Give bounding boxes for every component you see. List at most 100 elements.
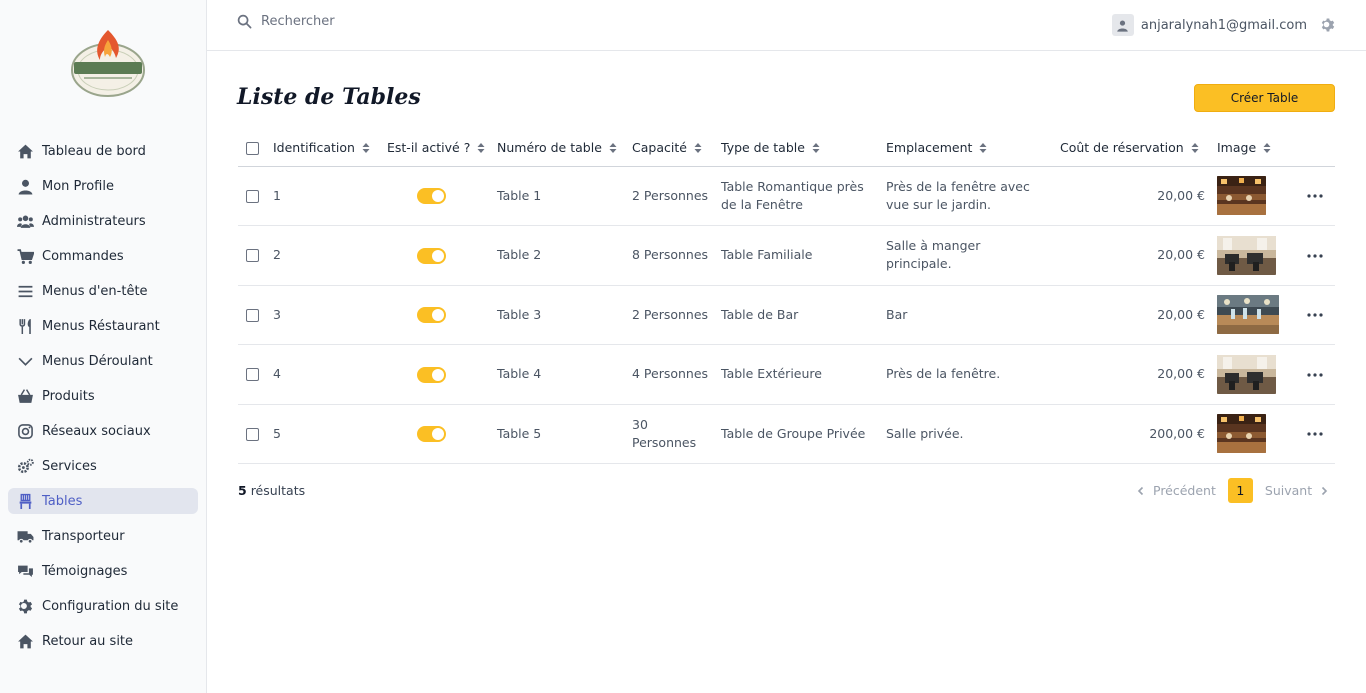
column-header[interactable]: Capacité [632, 129, 721, 167]
sidebar-item-label: Commandes [42, 248, 124, 264]
row-checkbox[interactable] [246, 427, 259, 441]
cell-id: 1 [273, 166, 387, 226]
sidebar-item-transporteur[interactable]: Transporteur [8, 523, 198, 549]
user-icon [16, 177, 34, 195]
settings-gear-icon[interactable] [1320, 17, 1336, 33]
sidebar-item-label: Réseaux sociaux [42, 423, 151, 439]
table-row[interactable]: 5 Table 5 30 Personnes Table de Groupe Priv… [238, 404, 1335, 464]
tables-table: Identification Est-il activé ? Numéro de… [238, 129, 1335, 464]
sidebar-item-label: Administrateurs [42, 213, 146, 229]
table-row[interactable]: 2 Table 28 Personnes Table Familiale Salle … [238, 225, 1335, 286]
topbar: anjaralynah1@gmail.com [207, 0, 1366, 51]
active-toggle[interactable] [417, 188, 446, 205]
active-toggle[interactable] [417, 426, 446, 443]
cell-table-type: Table de Bar [721, 285, 886, 345]
sidebar-item-label: Retour au site [42, 633, 134, 649]
page-1-button[interactable]: 1 [1227, 478, 1253, 503]
more-actions-icon[interactable] [1307, 254, 1323, 258]
sort-icon [609, 143, 617, 154]
more-actions-icon[interactable] [1307, 313, 1323, 317]
column-header[interactable]: Image [1217, 129, 1295, 167]
cell-table-number: Table 2 [497, 225, 632, 286]
sidebar-item-commandes[interactable]: Commandes [8, 243, 198, 269]
sidebar-item-menus-d-en-tete[interactable]: Menus d'en-tête [8, 278, 198, 304]
sidebar-item-administrateurs[interactable]: Administrateurs [8, 208, 198, 234]
next-page-button[interactable]: Suivant [1265, 483, 1312, 498]
table-image[interactable] [1217, 176, 1266, 216]
sidebar-item-services[interactable]: Services [8, 453, 198, 479]
user-menu[interactable]: anjaralynah1@gmail.com [1111, 14, 1336, 36]
sidebar-item-tableau-de-bord[interactable]: Tableau de bord [8, 138, 198, 164]
table-header-row: Identification Est-il activé ? Numéro de… [238, 129, 1335, 167]
cell-id: 5 [273, 404, 387, 464]
truck-icon [16, 527, 34, 545]
chevron-down-icon [16, 352, 34, 370]
utensils-icon [16, 317, 34, 335]
sidebar-item-retour-au-site[interactable]: Retour au site [8, 628, 198, 654]
row-checkbox[interactable] [246, 368, 259, 382]
table-image[interactable] [1217, 414, 1266, 454]
cell-table-number: Table 4 [497, 344, 632, 405]
more-actions-icon[interactable] [1307, 432, 1323, 436]
column-header[interactable]: Numéro de table [497, 129, 632, 167]
cell-location: Près de la fenêtre. [886, 344, 1060, 405]
cell-table-type: Table Familiale [721, 225, 886, 286]
cell-id: 3 [273, 285, 387, 345]
search-input[interactable] [261, 14, 521, 29]
restaurant-logo[interactable] [66, 26, 150, 102]
cell-reservation-cost: 200,00 € [1060, 404, 1217, 464]
comments-icon [16, 562, 34, 580]
results-count: 5 résultats [238, 483, 306, 498]
cell-capacity: 4 Personnes [632, 344, 721, 405]
create-table-button[interactable]: Créer Table [1194, 84, 1335, 112]
sidebar-item-label: Services [42, 458, 97, 474]
sidebar-item-temoignages[interactable]: Témoignages [8, 558, 198, 584]
row-checkbox[interactable] [246, 249, 259, 263]
column-header[interactable]: Type de table [721, 129, 886, 167]
cell-id: 2 [273, 225, 387, 286]
sort-icon [477, 143, 485, 154]
table-image[interactable] [1217, 354, 1276, 394]
sidebar-item-produits[interactable]: Produits [8, 383, 198, 409]
column-header[interactable]: Coût de réservation [1060, 129, 1217, 167]
table-image[interactable] [1217, 235, 1276, 275]
column-header[interactable]: Identification [273, 129, 387, 167]
users-icon [16, 212, 34, 230]
more-actions-icon[interactable] [1307, 373, 1323, 377]
cart-icon [16, 247, 34, 265]
cell-capacity: 2 Personnes [632, 166, 721, 226]
row-checkbox[interactable] [246, 308, 259, 322]
pagination: Précédent 1 Suivant [1136, 478, 1329, 503]
chair-icon [16, 492, 34, 510]
table-row[interactable]: 3 Table 32 Personnes Table de Bar Bar 20,00 … [238, 285, 1335, 345]
cell-reservation-cost: 20,00 € [1060, 225, 1217, 286]
active-toggle[interactable] [417, 247, 446, 264]
active-toggle[interactable] [417, 307, 446, 324]
sidebar-item-menus-deroulant[interactable]: Menus Déroulant [8, 348, 198, 374]
chevron-left-icon [1137, 486, 1144, 495]
sidebar-item-menus-restaurant[interactable]: Menus Réstaurant [8, 313, 198, 339]
cell-table-number: Table 3 [497, 285, 632, 345]
basket-icon [16, 387, 34, 405]
user-email[interactable]: anjaralynah1@gmail.com [1141, 18, 1307, 33]
column-header[interactable]: Est-il activé ? [387, 129, 497, 167]
active-toggle[interactable] [417, 366, 446, 383]
table-row[interactable]: 4 Table 44 Personnes Table Extérieure Près … [238, 344, 1335, 405]
table-row[interactable]: 1 Table 12 Personnes Table Romantique près… [238, 166, 1335, 226]
cell-location: Près de la fenêtre avec vue sur le jardi… [886, 166, 1060, 226]
sidebar-item-reseaux-sociaux[interactable]: Réseaux sociaux [8, 418, 198, 444]
sidebar-item-tables[interactable]: Tables [8, 488, 198, 514]
column-header[interactable]: Emplacement [886, 129, 1060, 167]
table-image[interactable] [1217, 295, 1279, 335]
cell-table-type: Table de Groupe Privée [721, 404, 886, 464]
sidebar-nav: Tableau de bord Mon Profile Administrateur… [8, 138, 198, 663]
home-icon [16, 632, 34, 650]
previous-page-button[interactable]: Précédent [1153, 483, 1216, 498]
more-actions-icon[interactable] [1307, 194, 1323, 198]
row-checkbox[interactable] [246, 189, 259, 203]
avatar[interactable] [1111, 14, 1134, 36]
sidebar-item-configuration-du-site[interactable]: Configuration du site [8, 593, 198, 619]
select-all-checkbox[interactable] [246, 141, 259, 155]
sidebar-item-mon-profile[interactable]: Mon Profile [8, 173, 198, 199]
sidebar-item-label: Tables [42, 493, 83, 509]
